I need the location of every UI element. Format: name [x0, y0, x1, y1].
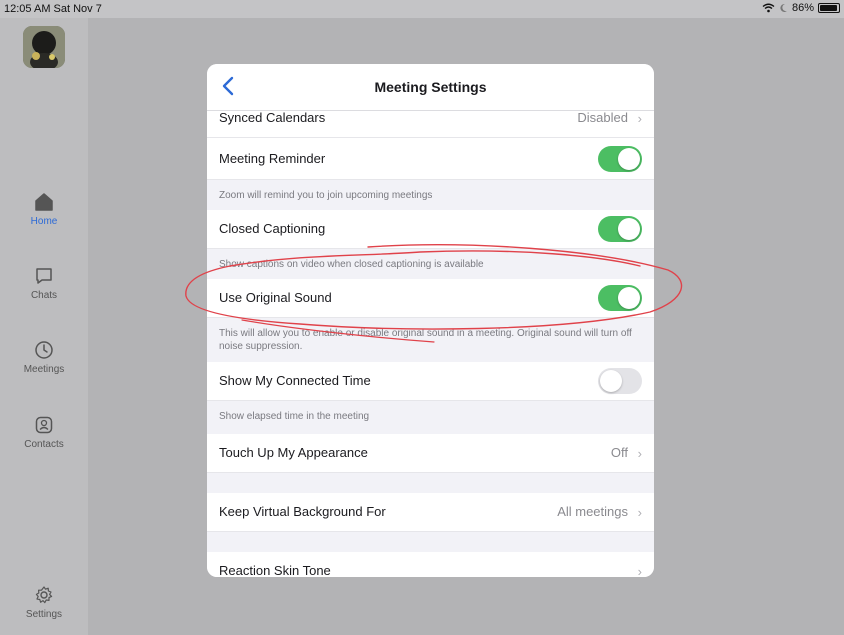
row-label: Touch Up My Appearance: [219, 445, 368, 460]
connected-time-row: Show My Connected Time: [207, 362, 654, 401]
sidebar-item-label: Meetings: [23, 364, 65, 375]
meeting-reminder-desc: Zoom will remind you to join upcoming me…: [207, 180, 654, 210]
row-value: Off: [610, 445, 628, 460]
sidebar-item-label: Contacts: [24, 439, 64, 450]
original-sound-toggle[interactable]: [598, 285, 642, 311]
sidebar-item-home[interactable]: Home: [0, 192, 88, 227]
home-icon: [35, 193, 53, 211]
settings-list[interactable]: Synced Calendars Disabled › Meeting Remi…: [207, 111, 654, 577]
modal-header: Meeting Settings: [207, 64, 654, 111]
virtual-background-row[interactable]: Keep Virtual Background For All meetings…: [207, 493, 654, 532]
sidebar-item-contacts[interactable]: Contacts: [0, 415, 88, 450]
sidebar-item-label: Settings: [25, 609, 63, 620]
battery-icon: [818, 3, 840, 13]
synced-calendars-row[interactable]: Synced Calendars Disabled ›: [207, 111, 654, 138]
clock-icon: [35, 341, 53, 359]
row-value: Disabled: [577, 111, 628, 125]
sidebar-item-label: Chats: [30, 290, 58, 301]
modal-title: Meeting Settings: [374, 79, 487, 95]
avatar-image: [23, 26, 65, 68]
status-time: 12:05 AM Sat Nov 7: [4, 3, 102, 15]
touch-up-row[interactable]: Touch Up My Appearance Off ›: [207, 434, 654, 473]
moon-icon: [780, 3, 787, 12]
battery-percent: 86%: [791, 2, 814, 14]
original-sound-row: Use Original Sound: [207, 279, 654, 318]
gear-icon: [35, 586, 53, 604]
section-spacer: [207, 473, 654, 493]
row-label: Reaction Skin Tone: [219, 563, 331, 577]
reaction-skin-tone-row[interactable]: Reaction Skin Tone ›: [207, 552, 654, 577]
row-label: Keep Virtual Background For: [219, 504, 386, 519]
meeting-reminder-toggle[interactable]: [598, 146, 642, 172]
chevron-right-icon: ›: [637, 111, 642, 126]
closed-captioning-row: Closed Captioning: [207, 210, 654, 249]
sidebar-item-chats[interactable]: Chats: [0, 266, 88, 301]
chevron-right-icon: ›: [637, 505, 642, 520]
sidebar-item-settings[interactable]: Settings: [0, 585, 88, 620]
chevron-right-icon: ›: [637, 564, 642, 577]
sidebar-item-label: Home: [30, 216, 58, 227]
row-label: Synced Calendars: [219, 111, 326, 125]
avatar[interactable]: [23, 26, 65, 68]
row-label: Use Original Sound: [219, 290, 332, 305]
connected-time-toggle[interactable]: [598, 368, 642, 394]
closed-captioning-desc: Show captions on video when closed capti…: [207, 249, 654, 279]
chevron-right-icon: ›: [637, 446, 642, 461]
sidebar-item-meetings[interactable]: Meetings: [0, 340, 88, 375]
row-label: Closed Captioning: [219, 221, 326, 236]
section-spacer: [207, 532, 654, 552]
contacts-icon: [35, 416, 53, 434]
meeting-settings-modal: Meeting Settings Synced Calendars Disabl…: [207, 64, 654, 577]
connected-time-desc: Show elapsed time in the meeting: [207, 401, 654, 434]
meeting-reminder-row: Meeting Reminder: [207, 138, 654, 180]
row-label: Meeting Reminder: [219, 151, 326, 166]
status-bar: 12:05 AM Sat Nov 7 86%: [0, 0, 844, 18]
sidebar: Home Chats Meetings Contacts Settings: [0, 18, 88, 635]
chat-bubble-icon: [36, 268, 52, 284]
closed-captioning-toggle[interactable]: [598, 216, 642, 242]
wifi-icon: [762, 3, 775, 13]
row-label: Show My Connected Time: [219, 373, 371, 388]
original-sound-desc: This will allow you to enable or disable…: [207, 318, 654, 362]
row-value: All meetings: [557, 504, 628, 519]
status-indicators: 86%: [762, 2, 840, 14]
